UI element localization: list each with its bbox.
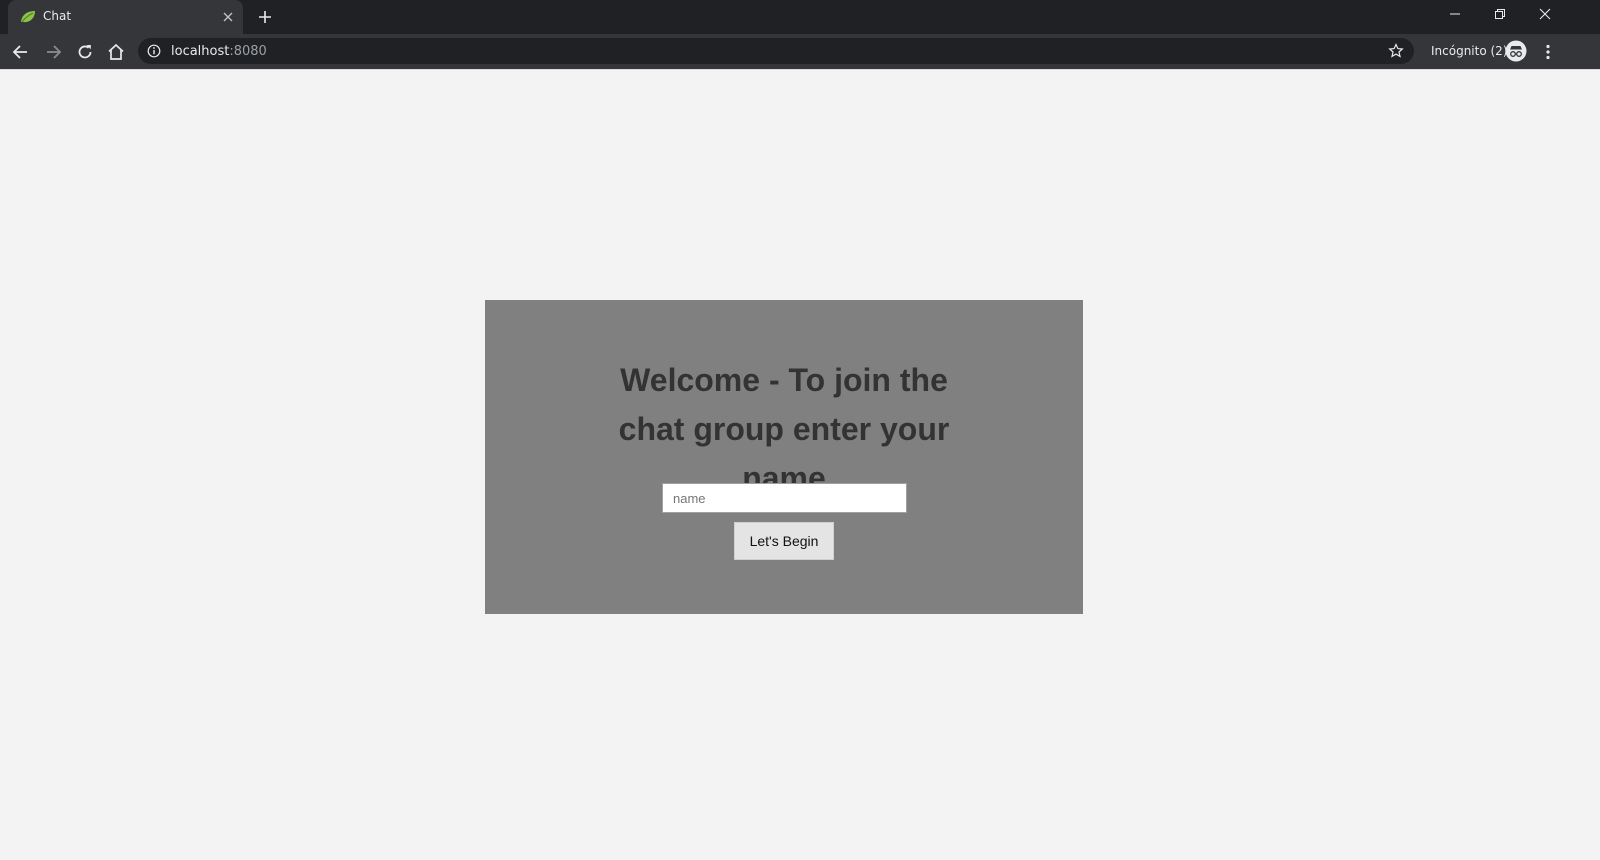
address-bar[interactable]: localhost:8080 xyxy=(138,38,1414,64)
url-text: localhost:8080 xyxy=(171,44,267,59)
browser-tab-chat[interactable]: Chat xyxy=(8,0,243,34)
arrow-right-icon[interactable] xyxy=(43,42,63,62)
incognito-icon[interactable] xyxy=(1505,40,1527,62)
spring-leaf-icon xyxy=(20,10,35,24)
info-icon[interactable] xyxy=(147,44,161,58)
tab-title: Chat xyxy=(43,9,72,23)
window-close-icon[interactable] xyxy=(1522,0,1568,30)
url-host: localhost xyxy=(171,44,230,59)
reload-icon[interactable] xyxy=(75,42,95,62)
name-input[interactable] xyxy=(662,483,907,513)
incognito-label[interactable]: Incógnito (2) xyxy=(1431,44,1508,58)
welcome-heading: Welcome - To join the chat group enter y… xyxy=(618,362,950,496)
minimize-icon[interactable] xyxy=(1432,0,1478,30)
join-chat-card: Welcome - To join the chat group enter y… xyxy=(485,300,1083,614)
browser-titlebar: Chat xyxy=(0,0,1600,34)
browser-toolbar: localhost:8080 Incógnito (2) xyxy=(0,34,1600,69)
restore-icon[interactable] xyxy=(1477,0,1523,30)
plus-icon[interactable] xyxy=(256,8,274,26)
url-port: :8080 xyxy=(229,44,267,59)
home-icon[interactable] xyxy=(106,42,126,62)
lets-begin-button[interactable]: Let's Begin xyxy=(734,522,834,560)
star-icon[interactable] xyxy=(1388,43,1404,59)
kebab-menu-icon[interactable] xyxy=(1538,42,1558,62)
close-icon[interactable] xyxy=(220,9,236,25)
arrow-left-icon[interactable] xyxy=(11,42,31,62)
